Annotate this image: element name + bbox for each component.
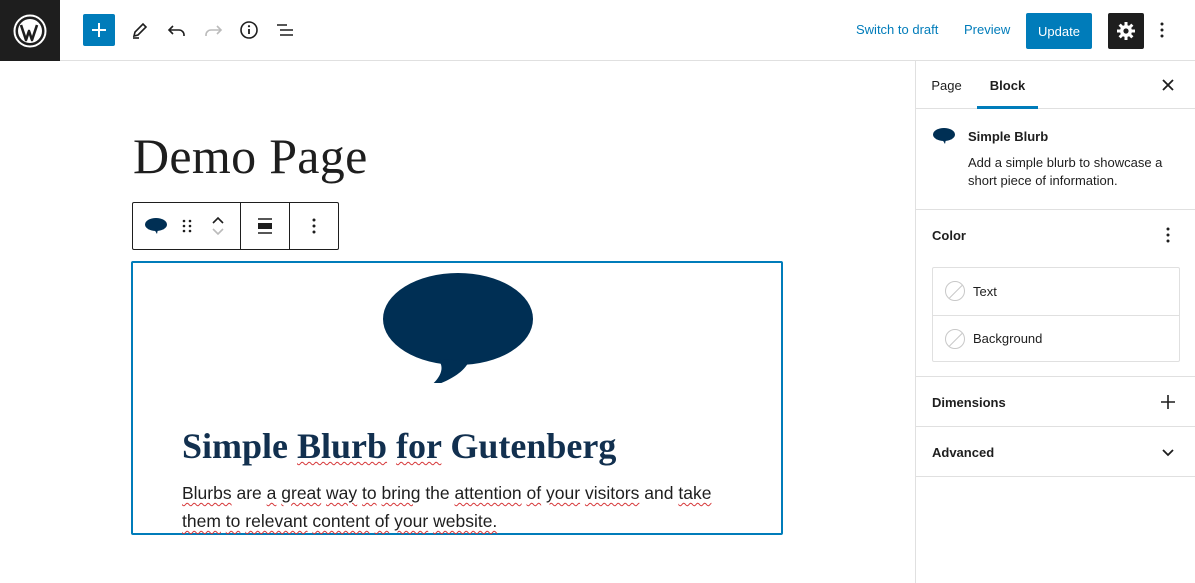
vertical-ellipsis-icon (1166, 227, 1170, 243)
undo-icon (167, 25, 185, 36)
sidebar-tabs: Page Block (916, 61, 1195, 109)
drag-handle-icon (183, 219, 192, 233)
wordpress-logo-icon[interactable] (0, 0, 60, 61)
tab-page[interactable]: Page (916, 61, 977, 109)
settings-sidebar: Page Block Simple Blurb Add a simple blu… (915, 61, 1195, 583)
vertical-ellipsis-icon (1160, 22, 1164, 38)
drag-handle[interactable] (179, 203, 197, 249)
block-card-title: Simple Blurb (968, 129, 1049, 144)
block-toolbar-group-options (290, 203, 338, 249)
block-toolbar-group-align (241, 203, 290, 249)
chevron-down-icon (1162, 449, 1174, 457)
settings-button[interactable] (1108, 13, 1144, 49)
plus-icon (1161, 395, 1175, 409)
redo-button[interactable] (197, 14, 229, 46)
simple-blurb-block[interactable]: Simple Blurb for Gutenberg Blurbs are a … (131, 261, 783, 535)
details-button[interactable] (233, 14, 265, 46)
color-panel-title: Color (932, 228, 966, 243)
speech-bubble-icon (144, 218, 167, 234)
color-item-background[interactable]: Background (933, 315, 1179, 361)
list-view-icon (277, 24, 293, 36)
color-list: Text Background (932, 267, 1180, 362)
color-swatch (945, 328, 965, 349)
info-icon (240, 21, 258, 39)
color-options-button[interactable] (1156, 223, 1180, 247)
chevron-up-icon[interactable] (211, 214, 225, 226)
tab-block[interactable]: Block (977, 61, 1038, 109)
undo-button[interactable] (161, 14, 193, 46)
block-options-button[interactable] (290, 203, 338, 249)
gear-icon (1117, 22, 1135, 40)
update-button[interactable]: Update (1026, 13, 1092, 49)
advanced-toggle-button[interactable] (1156, 440, 1180, 464)
color-item-label: Background (973, 331, 1043, 346)
redo-icon (205, 25, 223, 36)
chevron-down-icon[interactable] (211, 226, 225, 238)
color-swatch (945, 281, 965, 301)
block-card-description: Add a simple blurb to showcase a short p… (968, 155, 1163, 188)
align-center-icon (258, 218, 272, 234)
more-options-button[interactable] (1150, 14, 1174, 46)
switch-to-draft-button[interactable]: Switch to draft (856, 22, 938, 37)
block-card: Simple Blurb Add a simple blurb to showc… (916, 109, 1195, 210)
dimensions-panel-title: Dimensions (932, 395, 1006, 410)
color-panel: Color Text Background (916, 210, 1195, 377)
preview-button[interactable]: Preview (964, 22, 1010, 37)
dimensions-panel[interactable]: Dimensions (916, 377, 1195, 427)
add-block-button[interactable] (83, 14, 115, 46)
advanced-panel[interactable]: Advanced (916, 427, 1195, 477)
color-item-label: Text (973, 283, 997, 299)
list-view-button[interactable] (269, 14, 301, 46)
close-sidebar-button[interactable] (1156, 73, 1180, 97)
block-type-button[interactable] (133, 203, 179, 249)
speech-bubble-icon (933, 128, 955, 144)
close-icon (1162, 79, 1174, 91)
page-title[interactable]: Demo Page (133, 127, 368, 185)
advanced-panel-title: Advanced (932, 445, 995, 460)
dimensions-add-button[interactable] (1156, 390, 1180, 414)
vertical-ellipsis-icon (312, 218, 316, 234)
blurb-title[interactable]: Simple Blurb for Gutenberg (182, 425, 616, 467)
align-button[interactable] (241, 203, 289, 249)
blurb-text[interactable]: Blurbs are a great way to bring the atte… (182, 479, 752, 535)
block-toolbar-group-main (133, 203, 241, 249)
plus-icon (92, 23, 106, 37)
editor-canvas: Demo Page Simple Blurb for Gutenberg Blu… (0, 61, 915, 583)
tools-button[interactable] (124, 14, 156, 46)
speech-bubble-icon (383, 273, 533, 383)
editor-header: Switch to draft Preview Update (0, 0, 1195, 61)
block-toolbar (132, 202, 339, 250)
color-item-text[interactable]: Text (933, 268, 1179, 314)
block-movers (196, 203, 240, 249)
pencil-icon (132, 22, 148, 39)
